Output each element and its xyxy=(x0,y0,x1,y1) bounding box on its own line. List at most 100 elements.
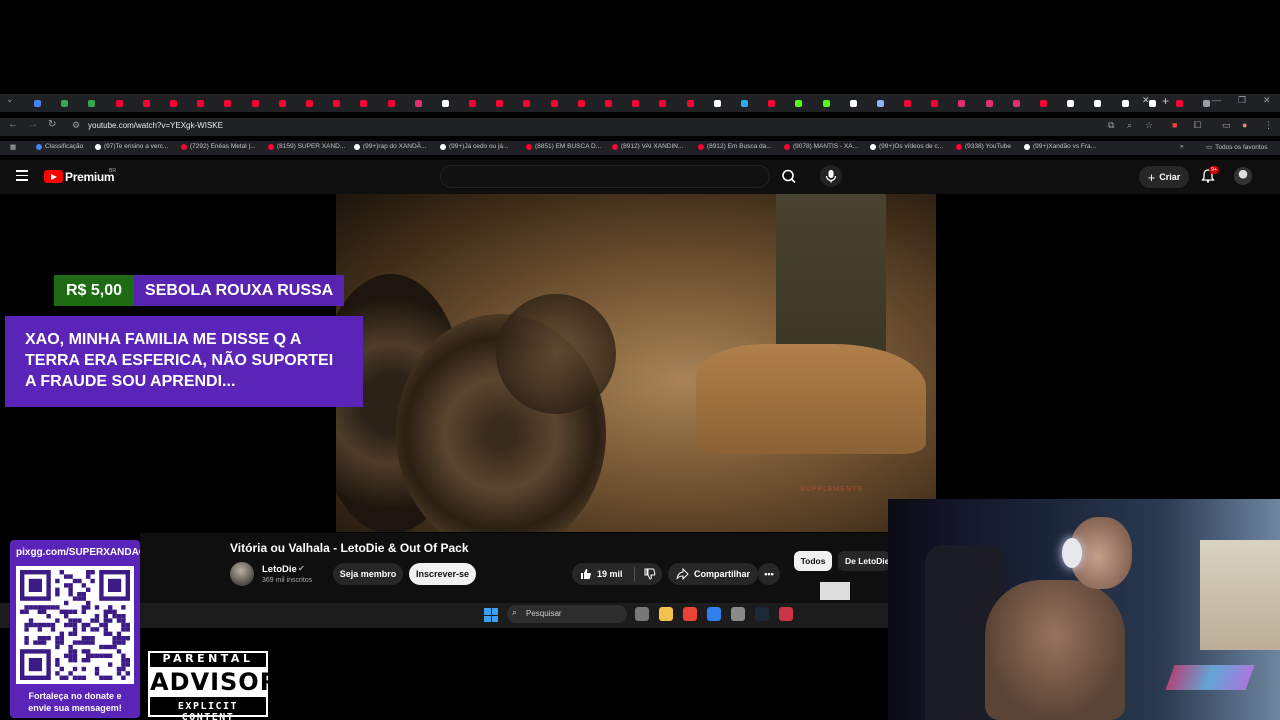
bookmark-item[interactable]: (99+)Os vídeos de c... xyxy=(870,143,943,150)
search-button[interactable] xyxy=(775,165,803,188)
browser-tab[interactable] xyxy=(377,97,404,109)
apps-icon[interactable]: ▦ xyxy=(10,143,16,151)
chip-channel[interactable]: De LetoDie xyxy=(838,551,890,571)
photos-icon[interactable] xyxy=(707,607,721,621)
browser-tab[interactable] xyxy=(812,97,839,109)
browser-tab[interactable] xyxy=(704,97,731,109)
browser-tab[interactable] xyxy=(541,97,568,109)
browser-tab[interactable] xyxy=(894,97,921,109)
browser-tab[interactable] xyxy=(1112,97,1139,109)
url-text[interactable]: youtube.com/watch?v=YEXgk-WISKE xyxy=(88,121,223,130)
browser-tab[interactable] xyxy=(1166,97,1193,109)
browser-tab[interactable] xyxy=(1084,97,1111,109)
new-tab-icon[interactable]: + xyxy=(1162,94,1169,108)
browser-tab[interactable] xyxy=(1057,97,1084,109)
like-button[interactable]: 19 mil xyxy=(572,563,662,585)
browser-tab[interactable] xyxy=(432,97,459,109)
thumbs-down-icon[interactable] xyxy=(644,568,656,580)
bookmark-item[interactable]: (97)Te ensino a verc... xyxy=(95,143,168,150)
site-info-icon[interactable]: ⚙ xyxy=(72,120,80,131)
minimize-icon[interactable]: — xyxy=(1212,95,1221,105)
install-icon[interactable]: ⧉ xyxy=(1108,120,1114,131)
search-input[interactable] xyxy=(440,165,770,188)
extension-icon[interactable]: ■ xyxy=(1172,120,1177,130)
browser-tab[interactable] xyxy=(350,97,377,109)
browser-tab[interactable] xyxy=(24,97,51,109)
menu-icon[interactable]: ⋮ xyxy=(1264,120,1273,131)
subscribe-button[interactable]: Inscrever-se xyxy=(409,563,476,585)
url-field[interactable] xyxy=(66,118,1160,136)
bookmark-item[interactable]: (99+)Já cedo ou já... xyxy=(440,143,508,150)
bookmark-star-icon[interactable]: ☆ xyxy=(1145,120,1153,131)
file-explorer-icon[interactable] xyxy=(659,607,673,621)
recommended-thumbnail[interactable] xyxy=(820,582,850,600)
browser-tab[interactable] xyxy=(948,97,975,109)
video-player[interactable] xyxy=(336,194,936,532)
browser-tab[interactable] xyxy=(867,97,894,109)
browser-tab[interactable] xyxy=(622,97,649,109)
browser-tab[interactable] xyxy=(106,97,133,109)
youtube-logo-icon[interactable] xyxy=(44,170,63,183)
browser-tab[interactable] xyxy=(242,97,269,109)
browser-tab[interactable] xyxy=(649,97,676,109)
zoom-icon[interactable]: ⌕ xyxy=(1127,120,1132,131)
browser-tab[interactable] xyxy=(785,97,812,109)
browser-tab[interactable] xyxy=(677,97,704,109)
browser-tab[interactable] xyxy=(160,97,187,109)
browser-tab[interactable] xyxy=(840,97,867,109)
chrome-icon[interactable] xyxy=(683,607,697,621)
bookmark-item[interactable]: (9338) YouTube xyxy=(956,143,1011,150)
forward-icon[interactable]: → xyxy=(28,119,38,130)
profile-icon[interactable]: ● xyxy=(1242,120,1247,130)
close-window-icon[interactable]: ✕ xyxy=(1263,95,1271,106)
voice-search-button[interactable] xyxy=(820,165,842,187)
browser-tab[interactable] xyxy=(921,97,948,109)
browser-tab[interactable] xyxy=(595,97,622,109)
account-avatar[interactable] xyxy=(1234,167,1252,185)
browser-tab[interactable] xyxy=(731,97,758,109)
bookmark-item[interactable]: Classificação xyxy=(36,143,83,150)
settings-icon[interactable] xyxy=(731,607,745,621)
youtube-brand[interactable]: Premium xyxy=(65,170,115,184)
reload-icon[interactable]: ↻ xyxy=(48,119,56,130)
browser-tab[interactable] xyxy=(51,97,78,109)
bookmark-item[interactable]: (8912) VAI XANDIN... xyxy=(612,143,683,150)
browser-tab[interactable] xyxy=(78,97,105,109)
browser-tab[interactable] xyxy=(976,97,1003,109)
browser-tab[interactable] xyxy=(296,97,323,109)
browser-tab[interactable] xyxy=(133,97,160,109)
channel-name[interactable]: LetoDie xyxy=(262,564,297,575)
browser-tab[interactable] xyxy=(758,97,785,109)
join-button[interactable]: Seja membro xyxy=(333,563,403,585)
browser-tab[interactable] xyxy=(513,97,540,109)
bookmark-item[interactable]: (8159) SUPER XAND... xyxy=(268,143,345,150)
close-tab-icon[interactable]: ✕ xyxy=(1142,95,1150,106)
cast-icon[interactable]: ▭ xyxy=(1222,120,1231,131)
maximize-icon[interactable]: ❐ xyxy=(1238,95,1246,106)
guide-menu-icon[interactable] xyxy=(16,170,28,184)
all-bookmarks[interactable]: ▭ Todos os favoritos xyxy=(1206,143,1268,152)
extensions-puzzle-icon[interactable]: ⧠ xyxy=(1194,120,1201,131)
bookmark-item[interactable]: (8851) EM BUSCA D... xyxy=(526,143,601,150)
chip-all[interactable]: Todos xyxy=(794,551,832,571)
back-icon[interactable]: ← xyxy=(8,119,18,130)
bookmark-item[interactable]: (99+)Xandão vs Fra... xyxy=(1024,143,1096,150)
channel-avatar[interactable] xyxy=(230,562,254,586)
bookmark-item[interactable]: (99+)rap do XANDÃ... xyxy=(354,143,426,150)
windows-start-icon[interactable] xyxy=(484,608,498,622)
bookmark-item[interactable]: (9078) MANTIS - XA... xyxy=(784,143,858,150)
browser-tab[interactable] xyxy=(214,97,241,109)
browser-tab[interactable] xyxy=(323,97,350,109)
create-button[interactable]: + Criar xyxy=(1139,166,1189,188)
browser-tab[interactable] xyxy=(405,97,432,109)
browser-tab[interactable] xyxy=(1003,97,1030,109)
browser-tab[interactable] xyxy=(568,97,595,109)
steam-icon[interactable] xyxy=(755,607,769,621)
browser-tab[interactable] xyxy=(187,97,214,109)
browser-tab[interactable] xyxy=(459,97,486,109)
browser-tab[interactable] xyxy=(486,97,513,109)
more-actions-button[interactable]: ••• xyxy=(758,563,780,585)
tab-search-icon[interactable]: ⌄ xyxy=(6,94,14,105)
bookmark-item[interactable]: (8912) Em Busca da... xyxy=(698,143,772,150)
app-icon[interactable] xyxy=(779,607,793,621)
